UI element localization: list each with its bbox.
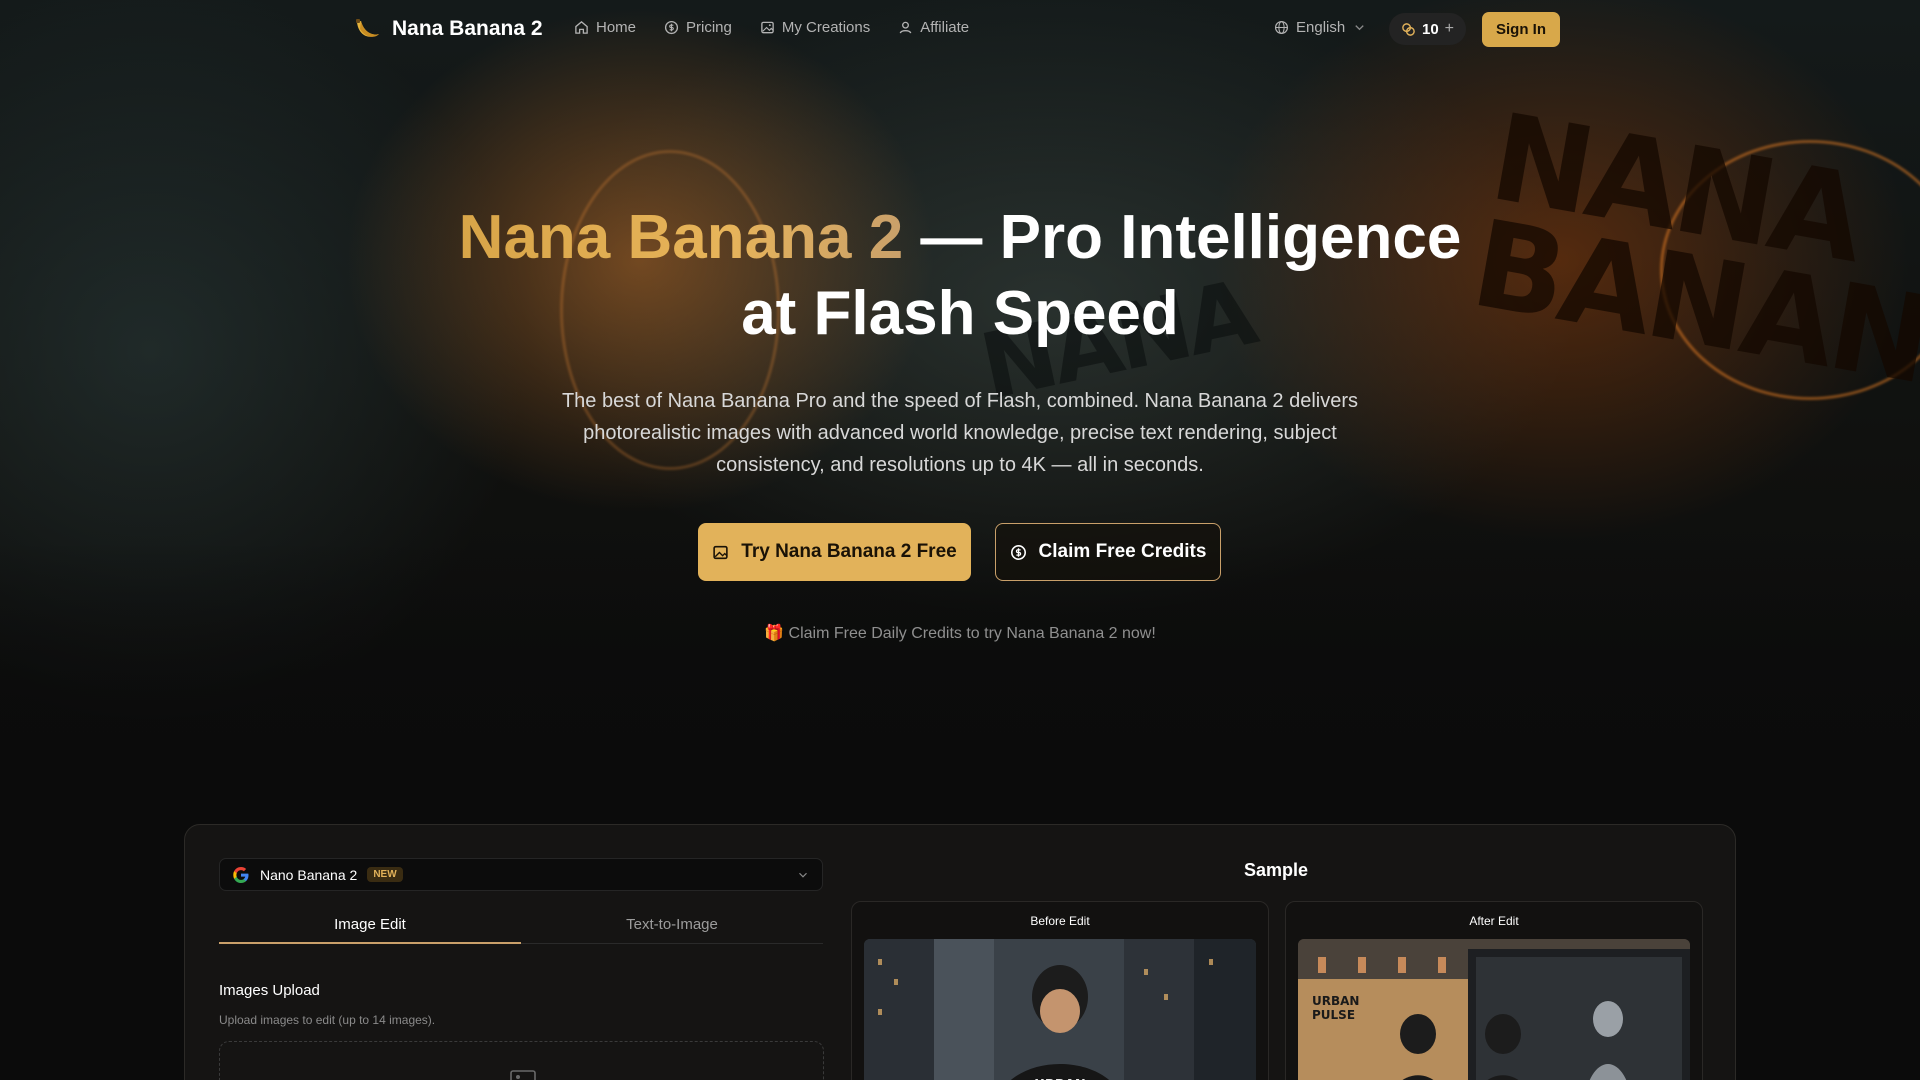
chevron-down-icon: [1355, 25, 1364, 31]
headline-line2: at Flash Speed: [741, 279, 1179, 348]
claim-credits-button[interactable]: Claim Free Credits: [995, 523, 1221, 581]
nav-home[interactable]: Home: [574, 19, 636, 36]
nav-pricing[interactable]: Pricing: [664, 19, 732, 36]
nav-home-label: Home: [596, 19, 637, 36]
headline-accent: Nana Banana 2: [458, 203, 904, 272]
mode-tabs: Image Edit Text-to-Image: [219, 912, 823, 944]
new-badge: NEW: [367, 867, 403, 882]
upload-label: Images Upload: [219, 982, 320, 999]
google-icon: [233, 866, 249, 883]
brand-title: Nana Banana 2: [392, 17, 543, 40]
hero-headline: Nana Banana 2 — Pro Intelligence at Flas…: [0, 200, 1920, 352]
language-selector[interactable]: English: [1274, 19, 1367, 36]
user-icon: [899, 21, 912, 34]
credits-count: 10: [1421, 20, 1439, 38]
image-icon: [713, 545, 728, 559]
dollar-circle-icon: [1010, 544, 1026, 560]
model-select[interactable]: Nano Banana 2 NEW: [219, 858, 823, 891]
language-label: English: [1296, 19, 1346, 36]
before-edit-image: URBAN: [864, 939, 1256, 1080]
after-edit-card: After Edit URBAN PULSE: [1285, 901, 1703, 1080]
image-icon: [761, 21, 774, 34]
chevron-down-icon: [799, 872, 807, 878]
svg-text:URBAN: URBAN: [1312, 994, 1359, 1008]
before-edit-card: Before Edit URBAN: [851, 901, 1269, 1080]
svg-text:PULSE: PULSE: [1312, 1008, 1355, 1022]
before-edit-label: Before Edit: [1030, 914, 1090, 928]
nav-affiliate-label: Affiliate: [920, 19, 970, 36]
brand[interactable]: Nana Banana 2: [352, 14, 543, 44]
after-edit-label: After Edit: [1469, 914, 1519, 928]
model-name: Nano Banana 2: [260, 866, 358, 883]
top-nav: Nana Banana 2 Home Pricing My Creations …: [0, 0, 1920, 60]
upload-hint: Upload images to edit (up to 14 images).: [219, 1013, 436, 1027]
image-upload-icon: [510, 1070, 536, 1080]
home-icon: [575, 21, 588, 34]
before-photo: URBAN: [864, 939, 1256, 1080]
try-free-label: Try Nana Banana 2 Free: [741, 541, 957, 562]
sample-title: Sample: [1244, 860, 1309, 880]
hero-subtitle: The best of Nana Banana Pro and the spee…: [561, 390, 1359, 476]
image-dropzone[interactable]: [219, 1041, 824, 1080]
nav-pricing-label: Pricing: [686, 19, 732, 36]
nav-affiliate[interactable]: Affiliate: [898, 19, 969, 36]
after-photo: URBAN PULSE: [1298, 939, 1690, 1080]
coins-icon: [1402, 22, 1415, 36]
tab-image-edit[interactable]: Image Edit: [219, 912, 521, 944]
claim-credits-label: Claim Free Credits: [1038, 541, 1207, 562]
nav-my-creations[interactable]: My Creations: [760, 19, 870, 36]
try-free-button[interactable]: Try Nana Banana 2 Free: [698, 523, 971, 581]
banana-logo-icon: [356, 19, 379, 37]
credits-button[interactable]: 10 +: [1389, 13, 1466, 45]
promo-text: 🎁 Claim Free Daily Credits to try Nana B…: [764, 625, 1156, 642]
nav-my-creations-label: My Creations: [781, 19, 871, 36]
sign-in-button[interactable]: Sign In: [1482, 12, 1560, 47]
headline-rest: — Pro Intelligence: [903, 203, 1462, 272]
nav-links: Home Pricing My Creations Affiliate: [574, 19, 969, 36]
after-edit-image: URBAN PULSE: [1298, 939, 1690, 1080]
tab-text-to-image[interactable]: Text-to-Image: [521, 912, 823, 943]
add-credits-icon: +: [1444, 20, 1455, 37]
globe-icon: [1274, 20, 1289, 35]
dollar-circle-icon: [664, 20, 679, 35]
